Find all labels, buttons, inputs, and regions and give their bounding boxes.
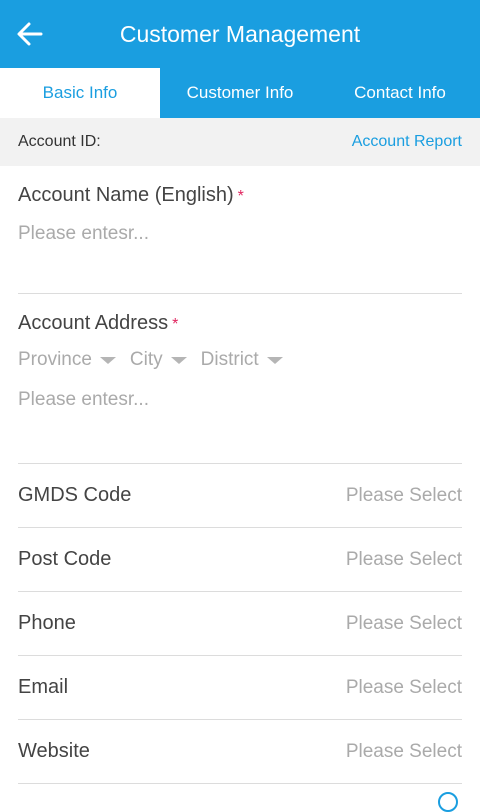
gmds-code-row[interactable]: GMDS Code Please Select xyxy=(18,464,462,528)
partial-circle-icon xyxy=(438,792,458,812)
post-code-row[interactable]: Post Code Please Select xyxy=(18,528,462,592)
address-detail-input[interactable]: Please entesr... xyxy=(18,389,462,411)
province-label: Province xyxy=(18,349,92,370)
city-select[interactable]: City xyxy=(130,349,187,371)
account-address-label: Account Address xyxy=(18,312,169,334)
dropdown-triangle-icon xyxy=(170,356,187,364)
back-button[interactable] xyxy=(10,14,50,54)
row-label: Post Code xyxy=(18,548,112,570)
tab-bar: Basic Info Customer Info Contact Info xyxy=(0,68,480,118)
row-label: Email xyxy=(18,676,69,698)
required-marker: * xyxy=(172,316,179,333)
email-row[interactable]: Email Please Select xyxy=(18,656,462,720)
account-name-input[interactable]: Please entesr... xyxy=(18,223,462,245)
tab-basic-info[interactable]: Basic Info xyxy=(0,68,160,118)
dropdown-triangle-icon xyxy=(99,356,116,364)
form: Account Name (English) * Please entesr...… xyxy=(0,166,480,784)
district-label: District xyxy=(200,349,259,370)
row-value[interactable]: Please Select xyxy=(346,549,462,571)
row-value[interactable]: Please Select xyxy=(346,677,462,699)
website-row[interactable]: Website Please Select xyxy=(18,720,462,784)
account-id-label: Account ID: xyxy=(18,133,101,150)
account-name-label: Account Name (English) xyxy=(18,184,234,206)
app-header: Customer Management xyxy=(0,0,480,68)
tab-contact-info[interactable]: Contact Info xyxy=(320,68,480,118)
city-label: City xyxy=(129,349,163,370)
address-selects: Province City District xyxy=(18,349,462,371)
page-title: Customer Management xyxy=(119,20,361,47)
account-address-field: Account Address * Province City District … xyxy=(18,294,462,464)
account-name-field[interactable]: Account Name (English) * Please entesr... xyxy=(18,166,462,294)
account-bar: Account ID: Account Report xyxy=(0,118,480,166)
province-select[interactable]: Province xyxy=(18,349,116,371)
tab-customer-info[interactable]: Customer Info xyxy=(160,68,320,118)
phone-row[interactable]: Phone Please Select xyxy=(18,592,462,656)
dropdown-triangle-icon xyxy=(266,356,283,364)
row-label: GMDS Code xyxy=(18,484,132,506)
required-marker: * xyxy=(237,188,244,205)
row-label: Website xyxy=(18,740,90,762)
account-report-link[interactable]: Account Report xyxy=(352,133,462,151)
back-arrow-icon xyxy=(17,22,43,46)
row-value[interactable]: Please Select xyxy=(346,741,462,763)
row-value[interactable]: Please Select xyxy=(346,485,462,507)
row-value[interactable]: Please Select xyxy=(346,613,462,635)
district-select[interactable]: District xyxy=(201,349,283,371)
row-label: Phone xyxy=(18,612,76,634)
